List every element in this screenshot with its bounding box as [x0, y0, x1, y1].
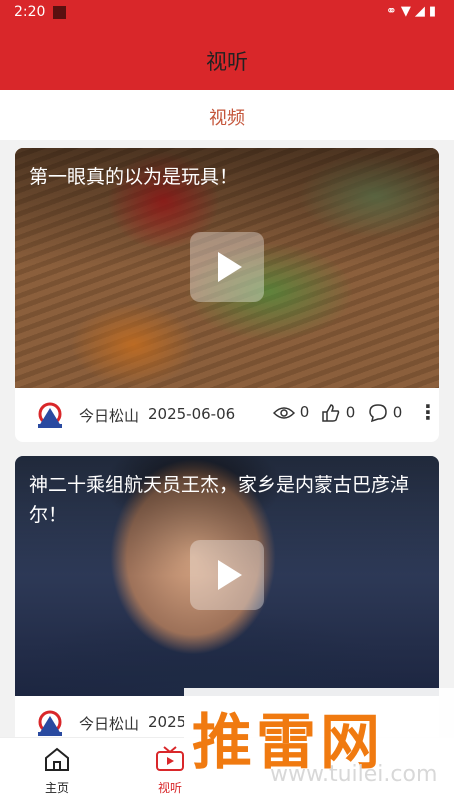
app-header: 视听	[0, 26, 454, 90]
watermark: 推雷网 www.tuilei.com	[184, 688, 454, 808]
link-icon: ⚭	[385, 4, 401, 19]
source-name: 今日松山	[79, 407, 140, 425]
nav-home[interactable]: 主页	[27, 746, 87, 796]
video-card[interactable]: 第一眼真的以为是玩具！ 今日松山 2025-06-06 0 0 0 ⋮	[15, 148, 439, 442]
thumbs-up-icon	[322, 404, 340, 422]
source-name: 今日松山	[79, 715, 140, 733]
source-logo-icon	[38, 710, 62, 736]
signal-icon: ◢	[414, 4, 429, 19]
status-bar: 2:20 ⚭▼◢▮	[0, 0, 454, 26]
status-time: 2:20	[14, 4, 46, 20]
status-icons: ⚭▼◢▮	[386, 4, 440, 19]
battery-icon: ▮	[428, 4, 440, 19]
more-options-icon[interactable]: ⋮	[418, 400, 438, 424]
wifi-icon: ▼	[400, 4, 415, 19]
eye-icon	[272, 406, 296, 419]
like-button[interactable]: 0	[321, 403, 355, 423]
views-count: 0	[272, 403, 309, 421]
video-meta: 今日松山 2025-06-06 0 0 0 ⋮	[15, 388, 439, 442]
nav-home-label: 主页	[44, 781, 69, 795]
notification-icon	[53, 6, 66, 19]
watermark-url: www.tuilei.com	[270, 762, 438, 787]
comment-icon	[369, 404, 387, 423]
play-icon[interactable]	[190, 540, 264, 610]
tv-icon	[156, 746, 184, 771]
home-icon	[45, 747, 69, 771]
source-logo-icon	[38, 402, 62, 428]
publish-date: 2025	[148, 713, 187, 731]
video-title: 神二十乘组航天员王杰，家乡是内蒙古巴彦淖尔！	[29, 474, 410, 526]
video-title: 第一眼真的以为是玩具！	[29, 166, 239, 188]
video-thumbnail[interactable]: 第一眼真的以为是玩具！	[15, 148, 439, 388]
video-thumbnail[interactable]: 神二十乘组航天员王杰，家乡是内蒙古巴彦淖尔！	[15, 456, 439, 696]
publish-date: 2025-06-06	[148, 405, 236, 423]
page-title: 视听	[206, 50, 248, 74]
comment-button[interactable]: 0	[368, 403, 402, 423]
tab-bar: 视频	[0, 90, 454, 140]
tab-video[interactable]: 视频	[0, 104, 454, 130]
play-icon[interactable]	[190, 232, 264, 302]
